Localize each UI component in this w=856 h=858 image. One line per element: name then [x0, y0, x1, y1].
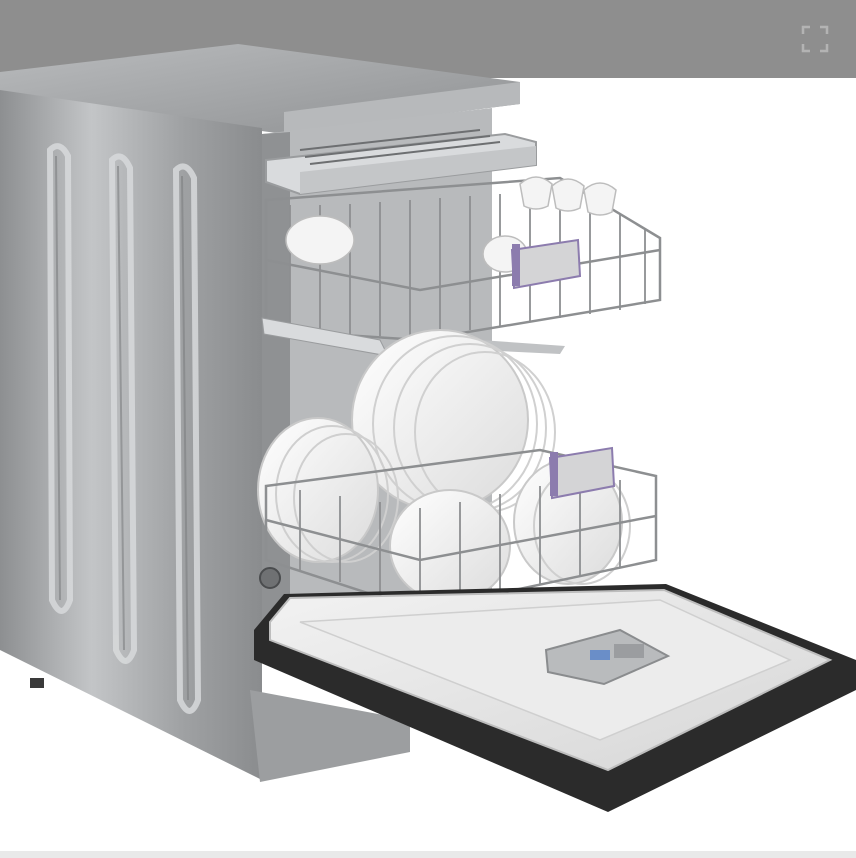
- dishwasher-door: [254, 584, 856, 812]
- fullscreen-button[interactable]: [800, 24, 830, 54]
- viewer-bottom-strip: [0, 851, 856, 858]
- fullscreen-icon: [801, 25, 829, 53]
- image-viewer: [0, 0, 856, 858]
- product-image: [0, 44, 856, 812]
